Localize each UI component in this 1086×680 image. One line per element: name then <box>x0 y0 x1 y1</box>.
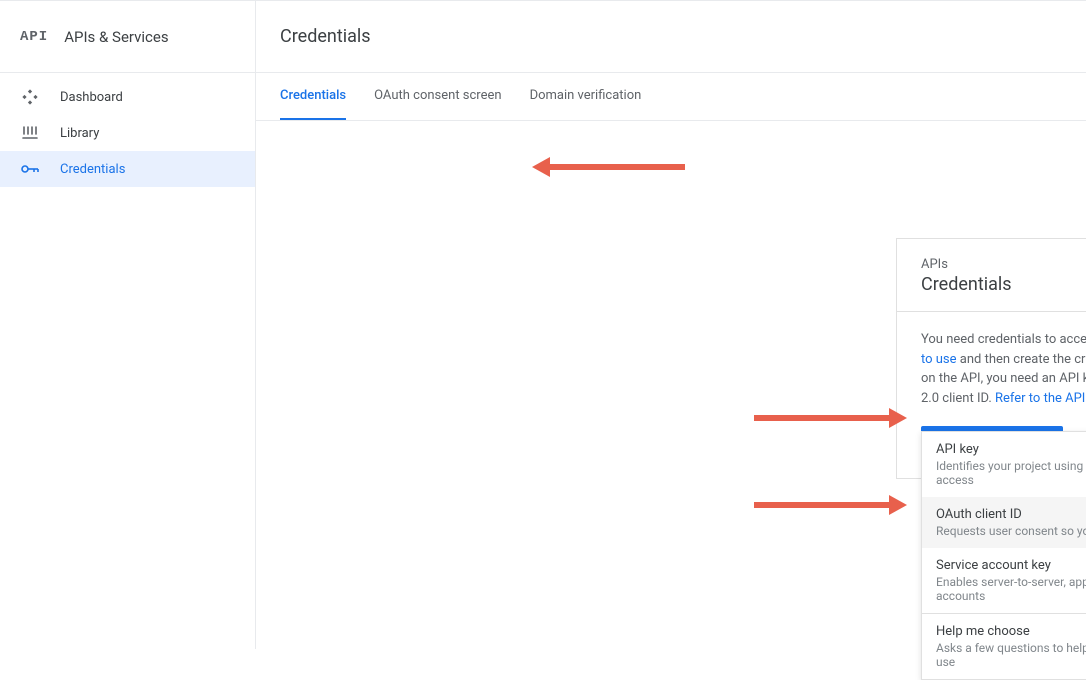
dropdown-item-oauth-client-id[interactable]: OAuth client ID Requests user consent so… <box>922 497 1086 548</box>
nav-label: Dashboard <box>60 90 123 105</box>
card-header: APIs Credentials <box>897 239 1086 312</box>
sidebar: API APIs & Services Dashboard Library <box>0 0 256 649</box>
dropdown-item-title: Service account key <box>936 558 1086 573</box>
dropdown-item-desc: Requests user consent so your app can ac… <box>936 524 1086 538</box>
nav-label: Library <box>60 126 99 141</box>
annotation-arrow <box>754 495 907 515</box>
tabs: Credentials OAuth consent screen Domain … <box>256 73 1086 121</box>
library-icon <box>20 125 40 141</box>
page-header: Credentials <box>256 0 1086 72</box>
sidebar-item-credentials[interactable]: Credentials <box>0 151 255 187</box>
dropdown-item-help-me-choose[interactable]: Help me choose Asks a few questions to h… <box>922 614 1086 679</box>
dropdown-item-service-account-key[interactable]: Service account key Enables server-to-se… <box>922 548 1086 613</box>
dropdown-item-api-key[interactable]: API key Identifies your project using a … <box>922 432 1086 497</box>
main: Credentials Credentials OAuth consent sc… <box>256 0 1086 649</box>
nav-label: Credentials <box>60 162 125 177</box>
sidebar-header: API APIs & Services <box>0 0 255 72</box>
page-title: Credentials <box>280 26 371 47</box>
card-supertitle: APIs <box>921 257 1086 272</box>
card-text-part: You need credentials to access APIs. <box>921 332 1086 347</box>
dropdown-item-desc: Enables server-to-server, app-level auth… <box>936 575 1086 603</box>
card-title: Credentials <box>921 274 1086 295</box>
dropdown-item-title: Help me choose <box>936 624 1086 639</box>
api-logo: API <box>20 30 48 44</box>
tab-credentials[interactable]: Credentials <box>280 73 346 120</box>
sidebar-item-dashboard[interactable]: Dashboard <box>0 79 255 115</box>
sidebar-title: APIs & Services <box>64 28 168 46</box>
card-text: You need credentials to access APIs. Ena… <box>921 330 1086 408</box>
create-credentials-dropdown: API key Identifies your project using a … <box>921 431 1086 680</box>
sidebar-nav: Dashboard Library Credentials <box>0 73 255 187</box>
annotation-arrow <box>754 408 907 428</box>
annotation-arrow <box>532 157 685 177</box>
dropdown-item-title: OAuth client ID <box>936 507 1086 522</box>
dashboard-icon <box>20 89 40 105</box>
sidebar-item-library[interactable]: Library <box>0 115 255 151</box>
tab-domain-verification[interactable]: Domain verification <box>530 73 642 120</box>
dropdown-item-desc: Asks a few questions to help you decide … <box>936 641 1086 669</box>
dropdown-item-title: API key <box>936 442 1086 457</box>
api-docs-link[interactable]: Refer to the API documentation <box>995 391 1086 406</box>
tab-oauth-consent[interactable]: OAuth consent screen <box>374 73 501 120</box>
dropdown-item-desc: Identifies your project using a simple A… <box>936 459 1086 487</box>
key-icon <box>20 164 40 174</box>
